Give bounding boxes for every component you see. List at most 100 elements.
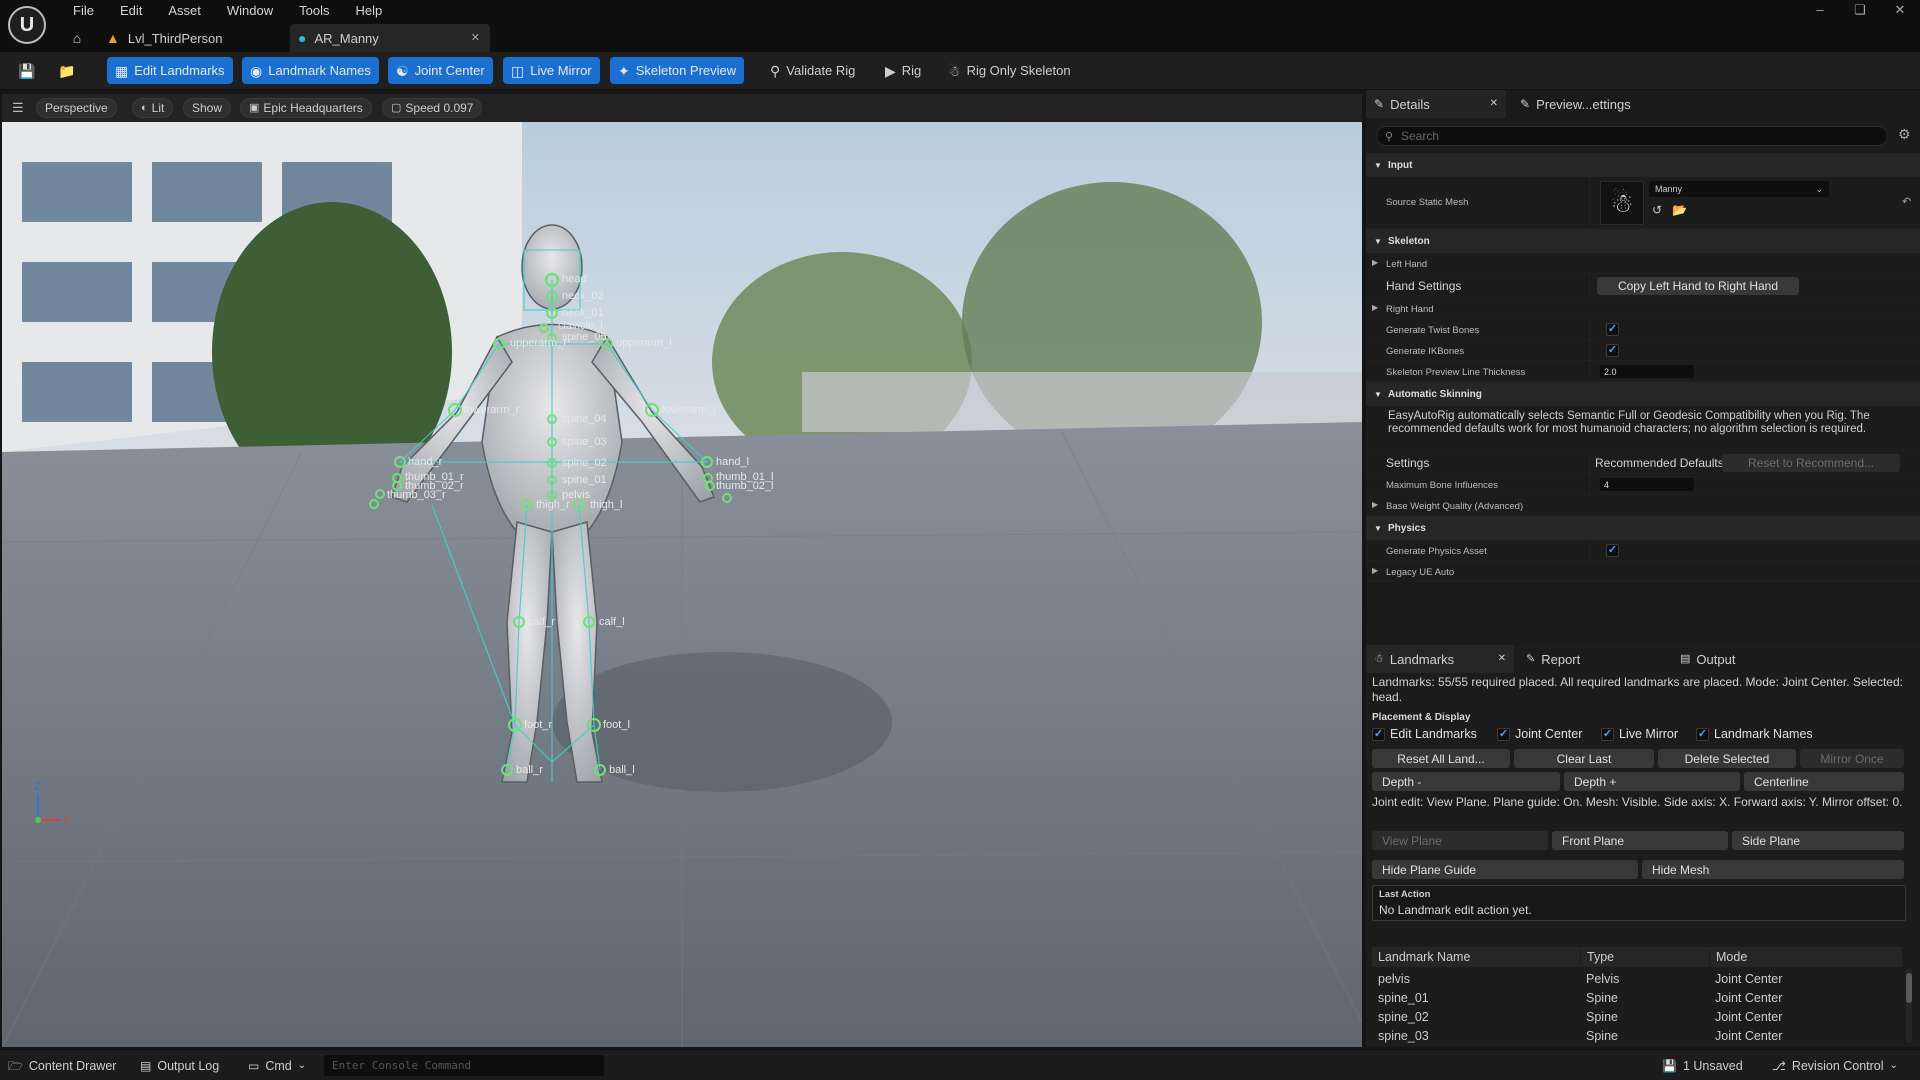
- generate-ik-checkbox[interactable]: ✓: [1606, 344, 1619, 357]
- reset-recommend-button[interactable]: Reset to Recommend...: [1722, 454, 1900, 472]
- joint-center-button[interactable]: ☯ Joint Center: [388, 57, 493, 84]
- show-button[interactable]: Show: [183, 98, 232, 118]
- joint-center-checkbox[interactable]: ✓: [1497, 727, 1510, 741]
- table-row[interactable]: spine_03 Spine Joint Center: [1372, 1026, 1902, 1043]
- menu-tools[interactable]: Tools: [286, 2, 342, 20]
- menu-edit[interactable]: Edit: [107, 2, 155, 20]
- landmark-label-neck-02: neck_02: [562, 290, 604, 302]
- table-scrollbar[interactable]: [1906, 969, 1912, 1043]
- hamburger-menu-icon[interactable]: ☰: [12, 100, 24, 116]
- settings-gear-icon[interactable]: ⚙: [1898, 126, 1911, 143]
- row-left-hand[interactable]: ▶ Left Hand: [1366, 253, 1920, 274]
- edit-landmarks-checkbox[interactable]: ✓: [1372, 727, 1385, 741]
- menu-help[interactable]: Help: [342, 2, 395, 20]
- max-bone-influences-field[interactable]: 4: [1600, 478, 1694, 491]
- reset-arrow-icon[interactable]: ↶: [1902, 195, 1911, 208]
- landmark-names-checkbox[interactable]: ✓: [1696, 727, 1709, 741]
- mirror-once-button[interactable]: Mirror Once: [1800, 749, 1904, 768]
- depth-plus-button[interactable]: Depth +: [1564, 772, 1740, 791]
- table-row[interactable]: pelvis Pelvis Joint Center: [1372, 969, 1902, 988]
- line-thickness-field[interactable]: 2.0: [1600, 365, 1694, 378]
- cb-landmark-names[interactable]: ✓ Landmark Names: [1696, 727, 1813, 741]
- front-plane-button[interactable]: Front Plane: [1552, 831, 1728, 850]
- details-search-input[interactable]: ⚲ Search: [1376, 126, 1888, 146]
- browse-asset-icon[interactable]: 📂: [1672, 203, 1687, 217]
- output-log-button[interactable]: ▤ Output Log: [140, 1056, 219, 1076]
- save-button[interactable]: 💾: [10, 57, 43, 84]
- close-tab-icon[interactable]: ✕: [471, 31, 480, 45]
- revision-control-button[interactable]: ⎇ Revision Control ⌄: [1772, 1056, 1898, 1076]
- menu-file[interactable]: File: [60, 2, 107, 20]
- menu-asset[interactable]: Asset: [155, 2, 214, 20]
- viewport[interactable]: ☰ Perspective ◐ Lit Show ▣ Epic Headquarte…: [2, 94, 1362, 1047]
- tab-level[interactable]: ▲ Lvl_ThirdPerson: [100, 24, 280, 52]
- restore-icon[interactable]: ❏: [1840, 0, 1880, 20]
- view-plane-button[interactable]: View Plane: [1372, 831, 1548, 850]
- live-mirror-button[interactable]: ◫ Live Mirror: [503, 57, 600, 84]
- tab-report[interactable]: ✎ Report: [1518, 645, 1638, 673]
- tab-ar-manny[interactable]: ● AR_Manny ✕: [290, 24, 490, 52]
- generate-physics-checkbox[interactable]: ✓: [1606, 544, 1619, 557]
- hide-mesh-button[interactable]: Hide Mesh: [1642, 860, 1904, 879]
- content-drawer-button[interactable]: 🗁 Content Drawer: [8, 1056, 116, 1076]
- row-base-weight-quality[interactable]: ▶ Base Weight Quality (Advanced): [1366, 495, 1920, 516]
- use-selected-icon[interactable]: ↺: [1652, 203, 1662, 217]
- landmark-label-ball-l: ball_l: [609, 764, 635, 776]
- close-window-icon[interactable]: ✕: [1880, 0, 1920, 20]
- tab-details[interactable]: ✎ Details ✕: [1366, 90, 1506, 118]
- reset-all-landmarks-button[interactable]: Reset All Land...: [1372, 749, 1510, 768]
- minimize-icon[interactable]: –: [1800, 0, 1840, 20]
- unreal-logo-icon[interactable]: U: [8, 6, 46, 44]
- skeleton-preview-button[interactable]: ✦ Skeleton Preview: [610, 57, 745, 84]
- centerline-button[interactable]: Centerline: [1744, 772, 1904, 791]
- close-landmarks-icon[interactable]: ✕: [1498, 652, 1506, 666]
- chevron-down-icon: ▼: [1374, 389, 1382, 399]
- table-row[interactable]: spine_01 Spine Joint Center: [1372, 988, 1902, 1007]
- side-plane-button[interactable]: Side Plane: [1732, 831, 1904, 850]
- row-legacy-ue-auto[interactable]: ▶ Legacy UE Auto: [1366, 561, 1920, 582]
- live-mirror-checkbox[interactable]: ✓: [1601, 727, 1614, 741]
- console-input[interactable]: Enter Console Command: [324, 1055, 604, 1076]
- row-right-hand[interactable]: ▶ Right Hand: [1366, 298, 1920, 319]
- edit-landmarks-button[interactable]: ▦ Edit Landmarks: [107, 57, 233, 84]
- home-tab[interactable]: ⌂: [62, 24, 92, 52]
- menu-window[interactable]: Window: [214, 2, 286, 20]
- section-physics[interactable]: ▼ Physics: [1366, 516, 1920, 540]
- section-skeleton[interactable]: ▼ Skeleton: [1366, 229, 1920, 253]
- close-details-icon[interactable]: ✕: [1490, 97, 1498, 111]
- landmark-label-thigh-l: thigh_l: [590, 499, 622, 511]
- generate-twist-checkbox[interactable]: ✓: [1606, 323, 1619, 336]
- section-automatic-skinning[interactable]: ▼ Automatic Skinning: [1366, 382, 1920, 406]
- cmd-dropdown[interactable]: ▭ Cmd ⌄: [248, 1056, 306, 1076]
- tab-output[interactable]: ▤ Output: [1672, 645, 1792, 673]
- rig-only-skeleton-button[interactable]: ☃ Rig Only Skeleton: [940, 57, 1079, 84]
- mesh-dropdown[interactable]: Manny ⌄: [1649, 181, 1829, 197]
- tab-landmarks[interactable]: ☃ Landmarks ✕: [1366, 645, 1514, 673]
- unsaved-button[interactable]: 💾 1 Unsaved: [1662, 1056, 1743, 1076]
- cb-live-mirror[interactable]: ✓ Live Mirror: [1601, 727, 1678, 741]
- environment-button[interactable]: ▣ Epic Headquarters: [240, 98, 372, 118]
- cb-edit-landmarks[interactable]: ✓ Edit Landmarks: [1372, 727, 1477, 741]
- column-mode[interactable]: Mode: [1709, 950, 1902, 964]
- browse-button[interactable]: 📁: [50, 57, 83, 84]
- lit-button[interactable]: ◐ Lit: [132, 98, 174, 118]
- column-landmark-name[interactable]: Landmark Name: [1372, 950, 1580, 964]
- perspective-button[interactable]: Perspective: [36, 98, 117, 118]
- level-icon: ▲: [106, 30, 120, 46]
- mesh-thumbnail[interactable]: ☃: [1600, 181, 1644, 225]
- column-type[interactable]: Type: [1580, 950, 1709, 964]
- copy-left-hand-button[interactable]: Copy Left Hand to Right Hand: [1597, 277, 1799, 295]
- rig-button[interactable]: ▶ Rig: [877, 57, 929, 84]
- cb-joint-center[interactable]: ✓ Joint Center: [1497, 727, 1582, 741]
- landmark-names-button[interactable]: ◉ Landmark Names: [242, 57, 379, 84]
- delete-selected-button[interactable]: Delete Selected: [1658, 749, 1796, 768]
- depth-minus-button[interactable]: Depth -: [1372, 772, 1560, 791]
- section-input[interactable]: ▼ Input: [1366, 153, 1920, 177]
- table-row[interactable]: spine_02 Spine Joint Center: [1372, 1007, 1902, 1026]
- clear-last-button[interactable]: Clear Last: [1514, 749, 1654, 768]
- tab-preview-settings[interactable]: ✎ Preview...ettings: [1512, 90, 1662, 118]
- validate-rig-button[interactable]: ⚲ Validate Rig: [762, 57, 863, 84]
- speed-button[interactable]: ▢ Speed 0.097: [382, 98, 483, 118]
- hide-plane-guide-button[interactable]: Hide Plane Guide: [1372, 860, 1638, 879]
- scrollbar-thumb[interactable]: [1906, 973, 1912, 1003]
